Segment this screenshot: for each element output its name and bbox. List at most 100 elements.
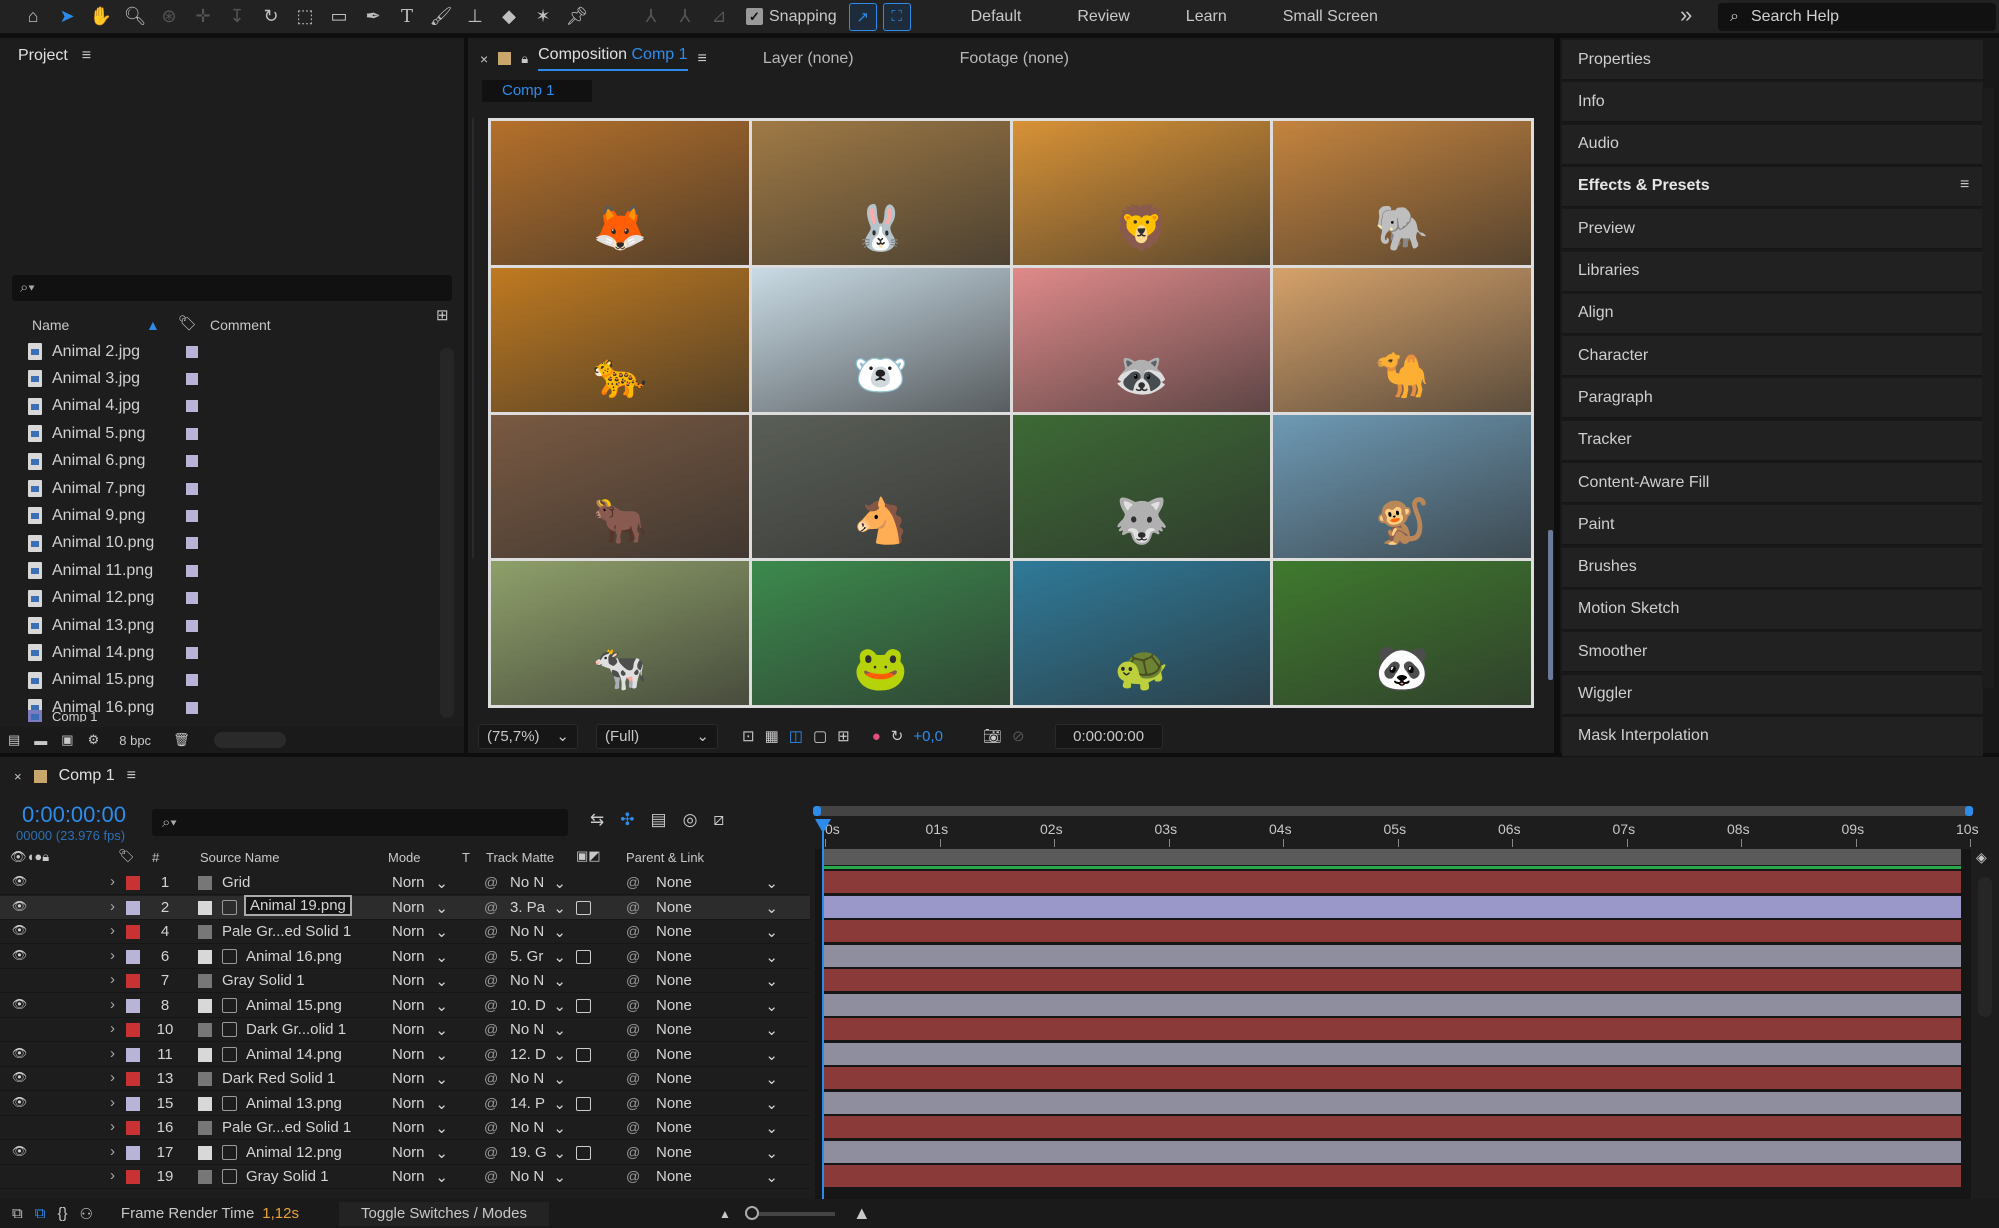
track-matte-pickwhip-icon[interactable]: @ <box>484 1021 498 1037</box>
snapping-checkbox[interactable]: ✓ <box>746 8 763 25</box>
parent-pickwhip-icon[interactable]: @ <box>626 1095 640 1111</box>
new-folder-icon[interactable]: ▬ <box>34 733 47 748</box>
track-matte-pickwhip-icon[interactable]: @ <box>484 923 498 939</box>
project-item[interactable]: Animal 15.png <box>0 667 440 694</box>
timeline-zoom-slider[interactable] <box>744 1205 835 1220</box>
right-panel-scrollbar[interactable] <box>1982 88 1994 688</box>
project-item[interactable]: Animal 2.jpg <box>0 338 440 365</box>
project-item[interactable]: Animal 7.png <box>0 475 440 502</box>
zoom-out-icon[interactable]: ▲ <box>719 1207 731 1221</box>
layer-duration-bar[interactable] <box>823 1116 1961 1138</box>
track-matte-pickwhip-icon[interactable]: @ <box>484 1070 498 1086</box>
layer-row[interactable]: › 7 Gray Solid 1 Norn ⌄ @ No N ⌄ @ None ⌄ <box>0 969 810 993</box>
expand-chevron-icon[interactable]: › <box>110 1020 115 1037</box>
dolly-camera-icon[interactable]: ↧ <box>220 0 254 34</box>
timeline-scrollbar[interactable] <box>1978 877 1992 1017</box>
parent-dropdown[interactable]: None ⌄ <box>656 1095 778 1113</box>
parent-dropdown[interactable]: None ⌄ <box>656 1046 778 1064</box>
zoom-in-icon[interactable]: ▲ <box>853 1203 871 1224</box>
matte-invert-icon[interactable] <box>576 949 591 964</box>
interpret-footage-icon[interactable]: ▤ <box>8 732 20 748</box>
project-item[interactable]: Animal 13.png <box>0 612 440 639</box>
comp-close-icon[interactable]: × <box>480 51 488 67</box>
parent-pickwhip-icon[interactable]: @ <box>626 972 640 988</box>
blend-mode-dropdown[interactable]: Norn ⌄ <box>392 874 448 892</box>
parent-dropdown[interactable]: None ⌄ <box>656 1021 778 1039</box>
parent-pickwhip-icon[interactable]: @ <box>626 923 640 939</box>
mode-header[interactable]: Mode <box>388 850 421 865</box>
layer-source-name[interactable]: Animal 16.png <box>246 948 342 965</box>
layer-duration-bar[interactable] <box>823 1140 1961 1163</box>
region-of-interest-icon[interactable]: ⊡ <box>742 727 755 745</box>
layer-source-name[interactable]: Dark Red Solid 1 <box>222 1070 335 1087</box>
layer-row[interactable]: 👁︎ › 1 Grid Norn ⌄ @ No N ⌄ @ None ⌄ <box>0 871 810 895</box>
project-item-partial[interactable]: Comp 1 <box>52 710 186 722</box>
expand-chevron-icon[interactable]: › <box>110 873 115 890</box>
layer-duration-bar[interactable] <box>823 871 1961 893</box>
parent-dropdown[interactable]: None ⌄ <box>656 1119 778 1137</box>
comp-image-tile[interactable]: 🐸 <box>751 561 1010 705</box>
work-area-bar[interactable] <box>813 806 1973 816</box>
track-matte-dropdown[interactable]: 19. G ⌄ <box>510 1144 566 1162</box>
viewer-timecode[interactable]: 0:00:00:00 <box>1054 723 1163 749</box>
comp-image-tile[interactable]: 🐄 <box>491 561 749 705</box>
track-matte-dropdown[interactable]: 5. Gr ⌄ <box>510 948 566 966</box>
brush-tool-icon[interactable]: 🖌︎ <box>424 0 458 34</box>
layer-row[interactable]: 👁︎ › 13 Dark Red Solid 1 Norn ⌄ @ No N ⌄ @ None ⌄ <box>0 1067 810 1091</box>
parent-dropdown[interactable]: None ⌄ <box>656 899 778 917</box>
layer-source-name[interactable]: Dark Gr...olid 1 <box>246 1021 346 1038</box>
comp-image-tile[interactable]: 🐢 <box>1012 561 1271 705</box>
in-out-icon[interactable]: {} <box>57 1205 67 1222</box>
project-item[interactable]: Animal 5.png <box>0 420 440 447</box>
layer-row[interactable]: 👁︎ › 2 Animal 19.png Norn ⌄ @3. Pa ⌄ @ None ⌄ <box>0 894 810 920</box>
label-swatch[interactable] <box>186 427 198 440</box>
layer-label-swatch[interactable] <box>126 1145 140 1160</box>
track-matte-pickwhip-icon[interactable]: @ <box>484 1119 498 1135</box>
timeline-tab-name[interactable]: Comp 1 <box>59 767 115 785</box>
track-matte-dropdown[interactable]: No N ⌄ <box>510 1168 566 1186</box>
thumbnail-slider[interactable] <box>213 732 286 748</box>
track-matte-dropdown[interactable]: No N ⌄ <box>510 923 566 941</box>
lock-icon[interactable]: 🔒︎ <box>521 51 528 67</box>
resolution-dropdown[interactable]: (Full) ⌄ <box>596 723 718 749</box>
layer-source-name[interactable]: Pale Gr...ed Solid 1 <box>222 1119 351 1136</box>
snap-features-button[interactable]: ⛶ <box>882 2 911 31</box>
label-swatch[interactable] <box>186 537 198 550</box>
expand-chevron-icon[interactable]: › <box>110 996 115 1013</box>
layer-label-swatch[interactable] <box>126 1023 140 1037</box>
new-composition-icon[interactable]: ▣ <box>61 732 73 748</box>
layer-switches-icon[interactable]: ⧉ <box>12 1205 23 1222</box>
composition-canvas[interactable]: 🦊 🐰 🦁 🐘 🐆 🐻‍❄️ 🦝 🐪 🐂 🐴 🐺 🐒 🐄 🐸 🐢 🐼 <box>488 118 1534 708</box>
layer-duration-bar[interactable] <box>823 969 1961 991</box>
comp-image-tile[interactable]: 🦁 <box>1012 121 1271 265</box>
track-matte-dropdown[interactable]: 3. Pa ⌄ <box>510 899 566 917</box>
matte-invert-icon[interactable] <box>576 900 591 915</box>
comp-image-tile[interactable]: 🦝 <box>1012 267 1271 412</box>
zoom-tool-icon[interactable]: 🔍︎ <box>118 0 152 34</box>
layer-duration-bar[interactable] <box>823 1067 1961 1089</box>
parent-pickwhip-icon[interactable]: @ <box>626 1070 640 1086</box>
layer-source-name[interactable]: Animal 14.png <box>246 1046 342 1063</box>
snapping-toggle[interactable]: ✓ Snapping <box>746 8 837 26</box>
blend-mode-dropdown[interactable]: Norn ⌄ <box>392 923 448 941</box>
track-matte-pickwhip-icon[interactable]: @ <box>484 1095 498 1111</box>
expand-chevron-icon[interactable]: › <box>110 1069 115 1086</box>
frame-blending-icon[interactable]: ▤ <box>651 810 667 830</box>
blend-mode-dropdown[interactable]: Norn ⌄ <box>392 997 448 1015</box>
expand-chevron-icon[interactable]: › <box>110 1143 115 1160</box>
pan-behind-icon[interactable]: ⬚ <box>288 0 322 34</box>
layer-duration-bar[interactable] <box>823 920 1961 942</box>
project-item[interactable]: Animal 6.png <box>0 448 440 475</box>
comp-breadcrumb[interactable]: Comp 1 <box>482 80 592 102</box>
expand-chevron-icon[interactable]: › <box>110 947 115 964</box>
label-swatch[interactable] <box>186 592 198 605</box>
layer-row[interactable]: 👁︎ › 6 Animal 16.png Norn ⌄ @5. Gr ⌄ @ None ⌄ <box>0 945 810 969</box>
track-matte-dropdown[interactable]: 14. P ⌄ <box>510 1095 566 1113</box>
panel-item-motion-sketch[interactable]: Motion Sketch <box>1562 589 1983 630</box>
project-item[interactable]: Animal 9.png <box>0 502 440 529</box>
timeline-timecode[interactable]: 0:00:00:00 <box>22 802 126 828</box>
comp-image-tile[interactable]: 🐂 <box>491 414 749 559</box>
parent-pickwhip-icon[interactable]: @ <box>626 1021 640 1037</box>
transfer-controls-icon[interactable]: ⧉ <box>35 1205 46 1222</box>
blend-mode-dropdown[interactable]: Norn ⌄ <box>392 1046 448 1064</box>
